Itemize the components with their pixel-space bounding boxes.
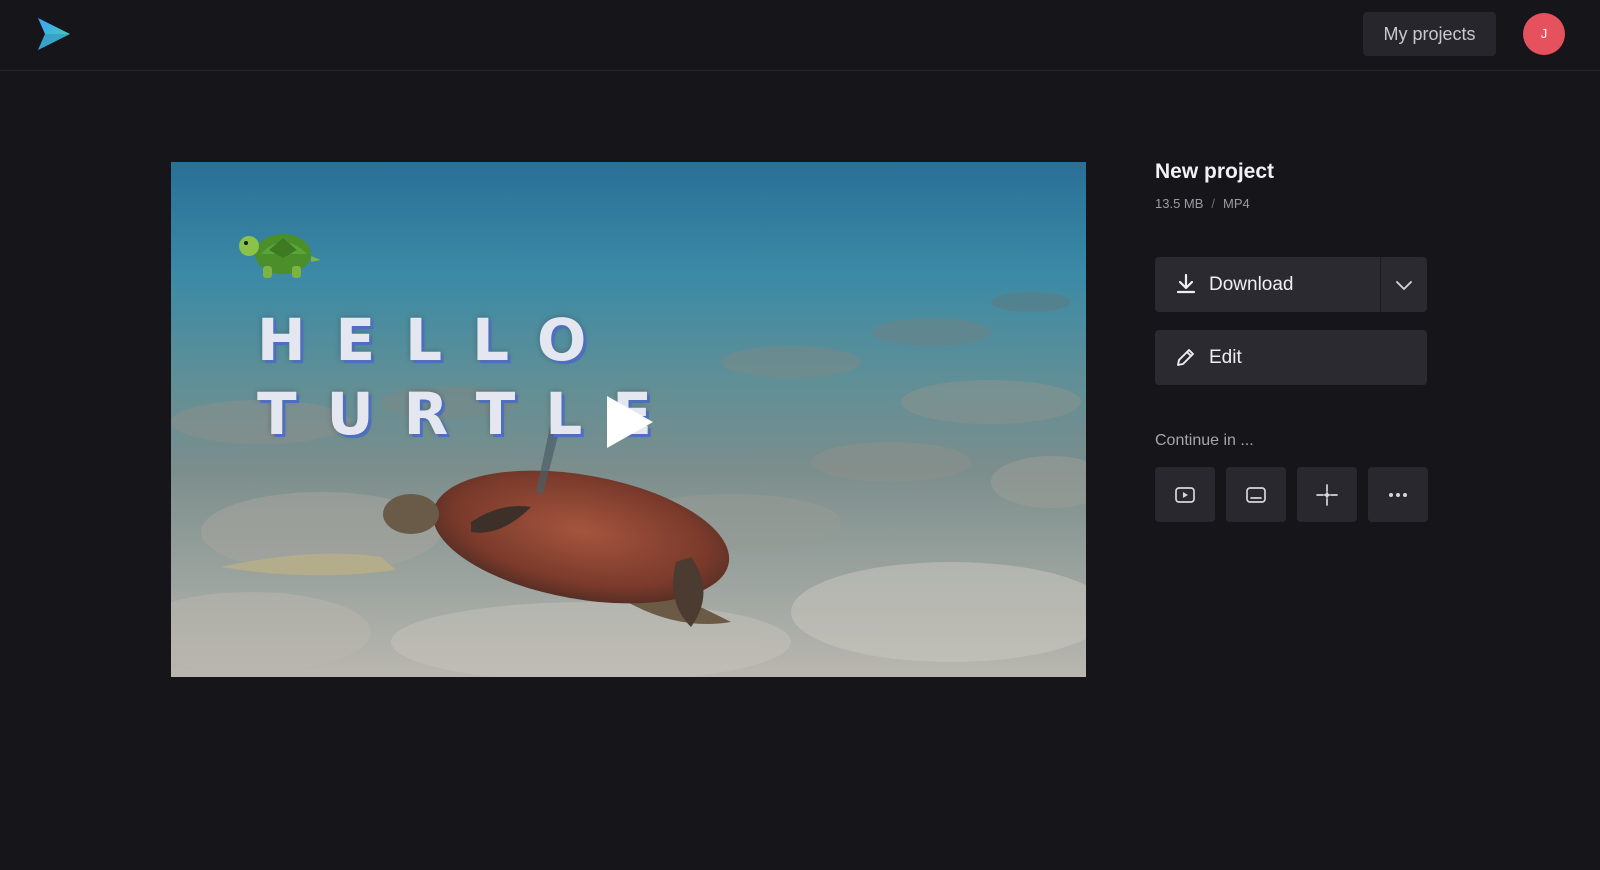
file-format: MP4 bbox=[1223, 196, 1250, 211]
download-label: Download bbox=[1209, 274, 1294, 295]
continue-in-options bbox=[1155, 467, 1428, 522]
turtle-emoji-icon bbox=[239, 234, 321, 278]
continue-in-label: Continue in ... bbox=[1155, 432, 1254, 449]
continue-video-player-button[interactable] bbox=[1155, 467, 1215, 522]
file-size: 13.5 MB bbox=[1155, 196, 1204, 211]
edit-label: Edit bbox=[1209, 347, 1242, 368]
continue-effects-button[interactable] bbox=[1297, 467, 1357, 522]
video-preview[interactable]: HELLO TURTLE bbox=[171, 162, 1086, 677]
download-button[interactable]: Download bbox=[1155, 257, 1381, 312]
project-info: New project 13.5 MB / MP4 bbox=[1155, 160, 1427, 211]
continue-subtitles-button[interactable] bbox=[1226, 467, 1286, 522]
more-icon bbox=[1389, 493, 1407, 497]
subtitles-icon bbox=[1246, 487, 1266, 503]
play-triangle-logo-icon[interactable] bbox=[36, 15, 72, 53]
project-meta: 13.5 MB / MP4 bbox=[1155, 196, 1427, 211]
overlay-title-line1: HELLO bbox=[257, 306, 617, 374]
avatar[interactable]: J bbox=[1523, 13, 1565, 55]
play-icon[interactable] bbox=[601, 392, 657, 452]
download-options-button[interactable] bbox=[1381, 257, 1427, 312]
top-bar: My projects J bbox=[0, 0, 1600, 71]
project-title: New project bbox=[1155, 160, 1275, 183]
sparkle-icon bbox=[1316, 484, 1338, 506]
download-button-group: Download bbox=[1155, 257, 1427, 312]
meta-separator: / bbox=[1211, 196, 1216, 211]
chevron-down-icon bbox=[1396, 281, 1412, 290]
edit-button[interactable]: Edit bbox=[1155, 330, 1427, 385]
my-projects-button[interactable]: My projects bbox=[1363, 12, 1496, 56]
continue-more-button[interactable] bbox=[1368, 467, 1428, 522]
download-icon bbox=[1176, 273, 1196, 294]
pencil-icon bbox=[1177, 349, 1194, 366]
video-player-icon bbox=[1175, 487, 1195, 503]
